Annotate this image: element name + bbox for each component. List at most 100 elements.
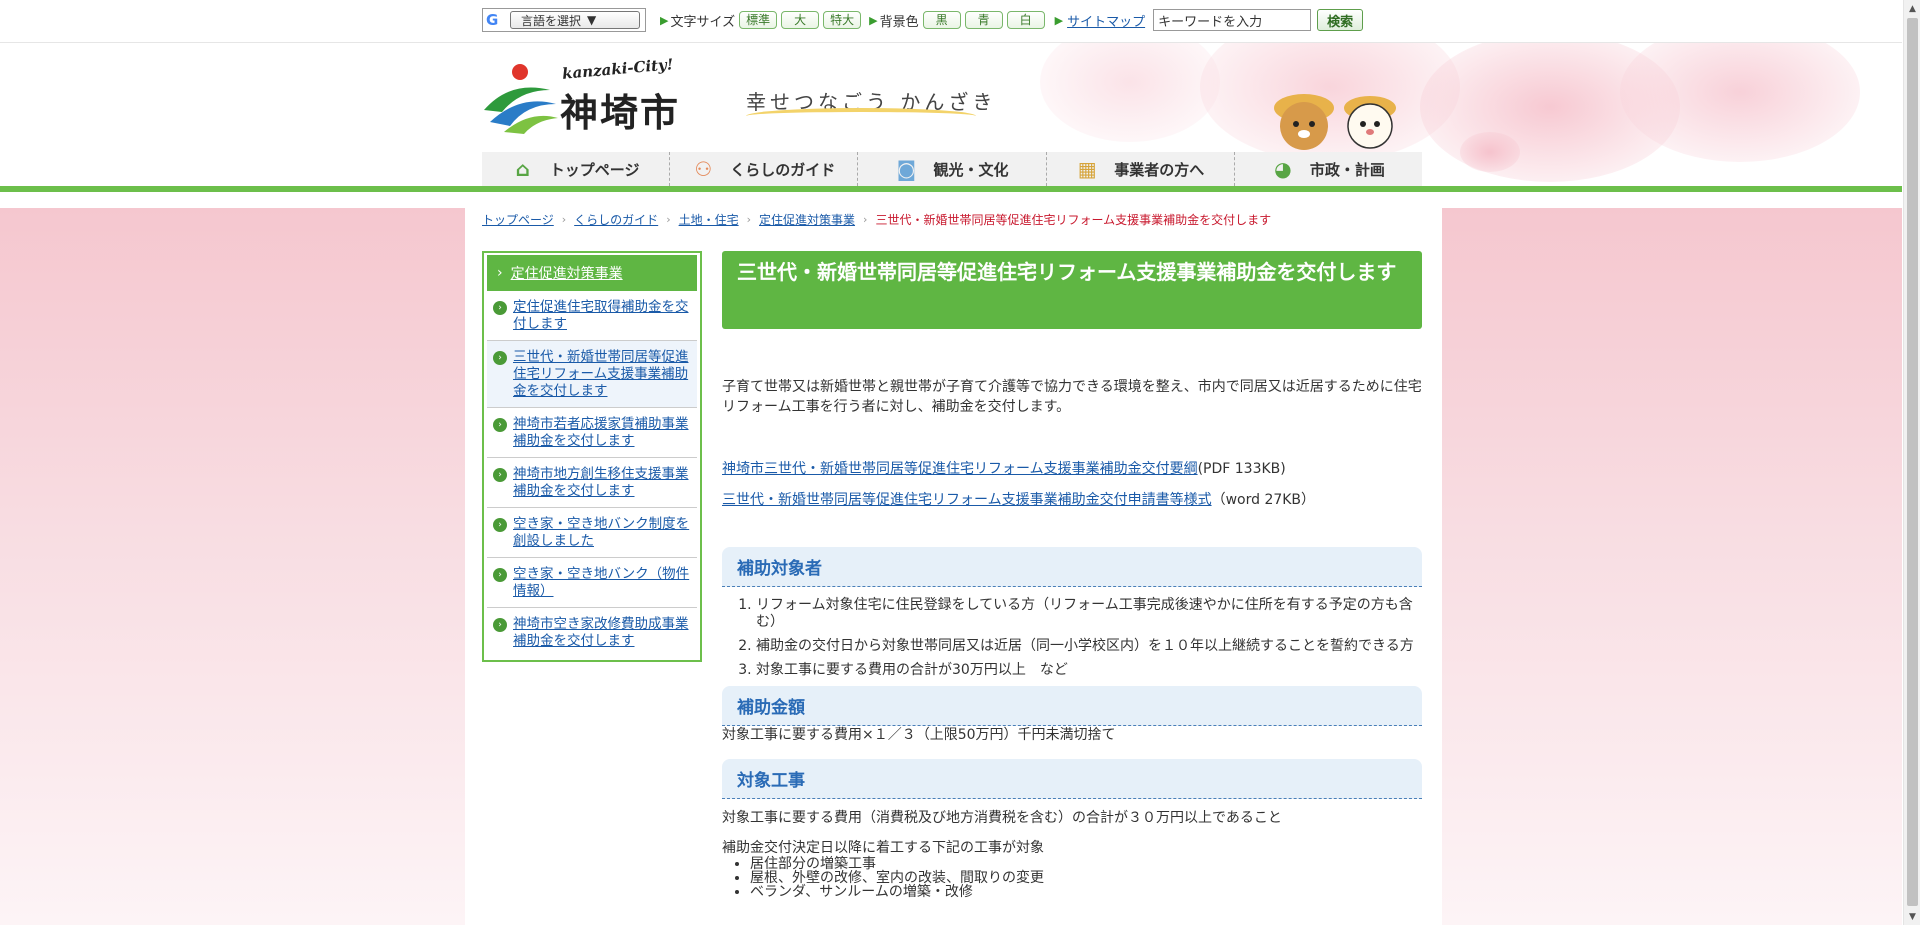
building-icon: ▦ [1077,157,1097,181]
side-nav-item[interactable]: › 神埼市若者応援家賃補助事業補助金を交付します [487,408,697,458]
breadcrumb-link[interactable]: くらしのガイド [574,211,658,228]
nav-label: トップページ [549,160,640,179]
chevron-right-icon: › [746,213,752,226]
list-item: 対象工事に要する費用の合計が30万円以上 など [756,662,1422,679]
triangle-bullet-icon: ▶ [869,13,878,27]
circle-arrow-icon: › [493,618,507,632]
breadcrumb-link[interactable]: 土地・住宅 [679,211,739,228]
font-size-large-button[interactable]: 大 [781,11,820,29]
chevron-right-icon: › [863,213,868,226]
list-item: ベランダ、サンルームの増築・改修 [750,885,1422,899]
triangle-bullet-icon: ▶ [1054,13,1064,27]
chevron-down-icon: ▼ [587,13,597,27]
breadcrumb-link[interactable]: 定住促進対策事業 [759,211,855,228]
site-logo[interactable]: kanzaki-City! 神埼市 [480,55,710,135]
triangle-bullet-icon: ▶ [660,13,669,27]
header-divider [0,42,1902,43]
side-nav-link[interactable]: 三世代・新婚世帯同居等促進住宅リフォーム支援事業補助金を交付します [513,349,693,400]
download-list: 神埼市三世代・新婚世帯同居等促進住宅リフォーム支援事業補助金交付要綱(PDF 1… [722,459,1422,510]
works-list: 居住部分の増築工事 屋根、外壁の改修、室内の改装、間取りの変更 ベランダ、サンル… [750,857,1422,899]
circle-arrow-icon: › [493,418,507,432]
global-nav: ⌂ トップページ ⚇ くらしのガイド ◙ 観光・文化 ▦ 事業者の方へ ◕ 市政… [482,152,1422,186]
side-nav-link[interactable]: 神埼市地方創生移住支援事業補助金を交付します [513,466,693,500]
circle-arrow-icon: › [493,518,507,532]
bg-color-control: ▶ 背景色 黒 青 白 [869,11,1045,30]
sitemap-link[interactable]: サイトマップ [1067,11,1145,30]
nav-label: 観光・文化 [933,160,1009,179]
language-select[interactable]: 言語を選択 ▼ [510,11,640,29]
scrollbar-thumb[interactable] [1907,18,1918,906]
chevron-right-icon: › [666,213,671,226]
font-size-standard-button[interactable]: 標準 [739,11,778,29]
side-nav-heading-link[interactable]: 定住促進対策事業 [511,263,623,283]
download-item: 三世代・新婚世帯同居等促進住宅リフォーム支援事業補助金交付申請書等様式（word… [722,490,1422,510]
bg-color-label: 背景色 [879,14,919,30]
breadcrumb-link[interactable]: トップページ [482,211,554,228]
file-meta: (PDF 133KB) [1197,461,1286,477]
amount-text: 対象工事に要する費用×１／３（上限50万円）千円未満切捨て [722,727,1116,743]
section-heading-works: 対象工事 [722,759,1422,799]
vertical-scrollbar[interactable]: ▲ ▼ [1903,0,1920,925]
circle-arrow-icon: › [493,468,507,482]
main-content: 三世代・新婚世帯同居等促進住宅リフォーム支援事業補助金を交付します 子育て世帯又… [722,251,1422,899]
side-nav: › 定住促進対策事業 › 定住促進住宅取得補助金を交付します › 三世代・新婚世… [482,251,702,662]
side-nav-item[interactable]: › 神埼市空き家改修費助成事業補助金を交付します [487,608,697,657]
side-nav-link[interactable]: 神埼市空き家改修費助成事業補助金を交付します [513,616,693,650]
nav-top-page[interactable]: ⌂ トップページ [482,152,671,186]
nav-living-guide[interactable]: ⚇ くらしのガイド [670,152,859,186]
circle-arrow-icon: › [493,568,507,582]
scroll-down-icon[interactable]: ▼ [1904,908,1920,925]
file-meta: （word 27KB） [1211,492,1316,508]
camera-icon: ◙ [896,157,917,181]
side-nav-item-active[interactable]: › 三世代・新婚世帯同居等促進住宅リフォーム支援事業補助金を交付します [487,341,697,408]
nav-label: 市政・計画 [1309,160,1385,179]
google-translate-widget[interactable]: G 言語を選択 ▼ [482,8,646,32]
chevron-right-icon: › [561,213,567,226]
nav-label: くらしのガイド [730,160,836,179]
nav-business[interactable]: ▦ 事業者の方へ [1047,152,1235,186]
list-item: リフォーム対象住宅に住民登録をしている方（リフォーム工事完成後速やかに住所を有す… [756,597,1422,631]
side-nav-item[interactable]: › 空き家・空き地バンク（物件情報） [487,558,697,608]
side-nav-link[interactable]: 空き家・空き地バンク（物件情報） [513,566,693,600]
font-size-label: 文字サイズ [670,14,736,30]
sitemap-control: ▶ サイトマップ [1055,11,1145,30]
download-link[interactable]: 神埼市三世代・新婚世帯同居等促進住宅リフォーム支援事業補助金交付要綱 [722,461,1198,477]
tagline-swoosh [746,108,976,124]
side-nav-item[interactable]: › 空き家・空き地バンク制度を創設しました [487,508,697,558]
search-input[interactable]: キーワードを入力 [1153,9,1312,31]
side-nav-link[interactable]: 定住促進住宅取得補助金を交付します [513,299,693,333]
language-select-label: 言語を選択 [521,13,582,28]
side-nav-link[interactable]: 神埼市若者応援家賃補助事業補助金を交付します [513,416,693,450]
bg-white-button[interactable]: 白 [1006,11,1045,29]
works-text: 対象工事に要する費用（消費税及び地方消費税を含む）の合計が３０万円以上であること [722,810,1282,826]
city-mark-icon: ◕ [1274,157,1292,181]
utility-bar: G 言語を選択 ▼ ▶ 文字サイズ 標準 大 特大 ▶ 背景色 黒 青 白 ▶ … [482,8,1364,32]
bg-black-button[interactable]: 黒 [922,11,961,29]
tagline: 幸せつなごう かんざき [746,86,996,115]
font-size-xlarge-button[interactable]: 特大 [823,11,862,29]
logo-text: 神埼市 [560,91,681,135]
font-size-control: ▶ 文字サイズ 標準 大 特大 [660,11,862,30]
side-nav-item[interactable]: › 定住促進住宅取得補助金を交付します [487,291,697,341]
side-nav-item[interactable]: › 神埼市地方創生移住支援事業補助金を交付します [487,458,697,508]
section-heading-amount: 補助金額 [722,686,1422,726]
nav-tourism-culture[interactable]: ◙ 観光・文化 [858,152,1047,186]
side-nav-link[interactable]: 空き家・空き地バンク制度を創設しました [513,516,693,550]
search-button[interactable]: 検索 [1317,9,1364,31]
scroll-up-icon[interactable]: ▲ [1904,0,1920,17]
target-list: リフォーム対象住宅に住民登録をしている方（リフォーム工事完成後速やかに住所を有す… [756,597,1422,679]
header-green-bar [0,186,1902,192]
circle-arrow-icon: › [493,301,507,315]
chevron-right-icon: › [497,265,503,281]
download-link[interactable]: 三世代・新婚世帯同居等促進住宅リフォーム支援事業補助金交付申請書等様式 [722,492,1212,508]
breadcrumb: トップページ › くらしのガイド › 土地・住宅 › 定住促進対策事業 › 三世… [482,211,1271,228]
circle-arrow-icon: › [493,351,507,365]
people-icon: ⚇ [694,157,713,181]
nav-city-policy[interactable]: ◕ 市政・計画 [1235,152,1422,186]
bg-blue-button[interactable]: 青 [964,11,1003,29]
intro-text: 子育て世帯又は新婚世帯と親世帯が子育て介護等で協力できる環境を整え、市内で同居又… [722,379,1422,415]
mascot-illustration [1274,94,1396,150]
list-item: 居住部分の増築工事 [750,857,1422,871]
city-mark-logo [484,64,558,134]
breadcrumb-current: 三世代・新婚世帯同居等促進住宅リフォーム支援事業補助金を交付します [875,213,1272,227]
